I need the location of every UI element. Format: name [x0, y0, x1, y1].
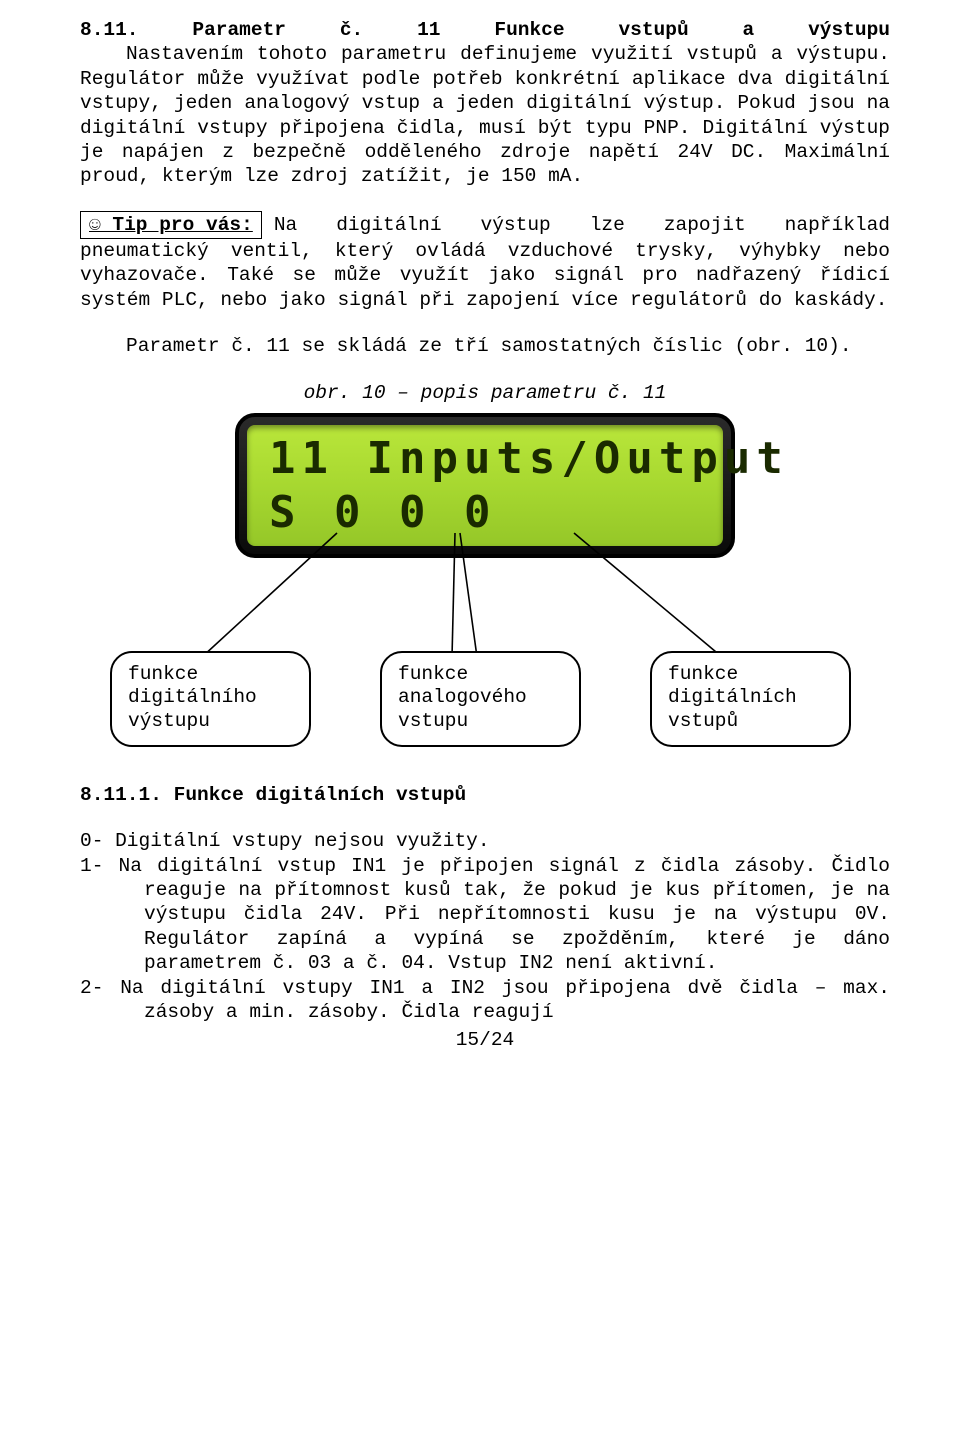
- tip-paragraph: ☺ Tip pro vás:Na digitální výstup lze za…: [80, 211, 890, 313]
- numbered-list: 0- Digitální vstupy nejsou využity. 1- N…: [80, 829, 890, 1024]
- callout-label-2: funkce analogového vstupu: [380, 651, 581, 747]
- tip-box: ☺ Tip pro vás:: [80, 211, 262, 239]
- figure-10: 11 Inputs/Output S 0 0 0 funkce digitáln…: [82, 413, 888, 753]
- lcd-display: 11 Inputs/Output S 0 0 0: [235, 413, 735, 558]
- subsection-heading: 8.11.1. Funkce digitálních vstupů: [80, 783, 890, 807]
- callout-label-3: funkce digitálních vstupů: [650, 651, 851, 747]
- page-number: 15/24: [80, 1028, 890, 1052]
- lcd-line-1: 11 Inputs/Output: [269, 431, 789, 486]
- callout-label-1: funkce digitálního výstupu: [110, 651, 311, 747]
- figure-caption: obr. 10 – popis parametru č. 11: [80, 381, 890, 405]
- section-heading: 8.11. Parametr č. 11 Funkce vstupů a výs…: [80, 18, 890, 42]
- list-item: 0- Digitální vstupy nejsou využity.: [80, 829, 890, 853]
- list-item: 1- Na digitální vstup IN1 je připojen si…: [80, 854, 890, 976]
- list-item: 2- Na digitální vstupy IN1 a IN2 jsou př…: [80, 976, 890, 1025]
- intro-paragraph: Nastavením tohoto parametru definujeme v…: [80, 42, 890, 188]
- param-composition-line: Parametr č. 11 se skládá ze tří samostat…: [80, 334, 890, 358]
- lcd-line-2: S 0 0 0: [269, 485, 496, 540]
